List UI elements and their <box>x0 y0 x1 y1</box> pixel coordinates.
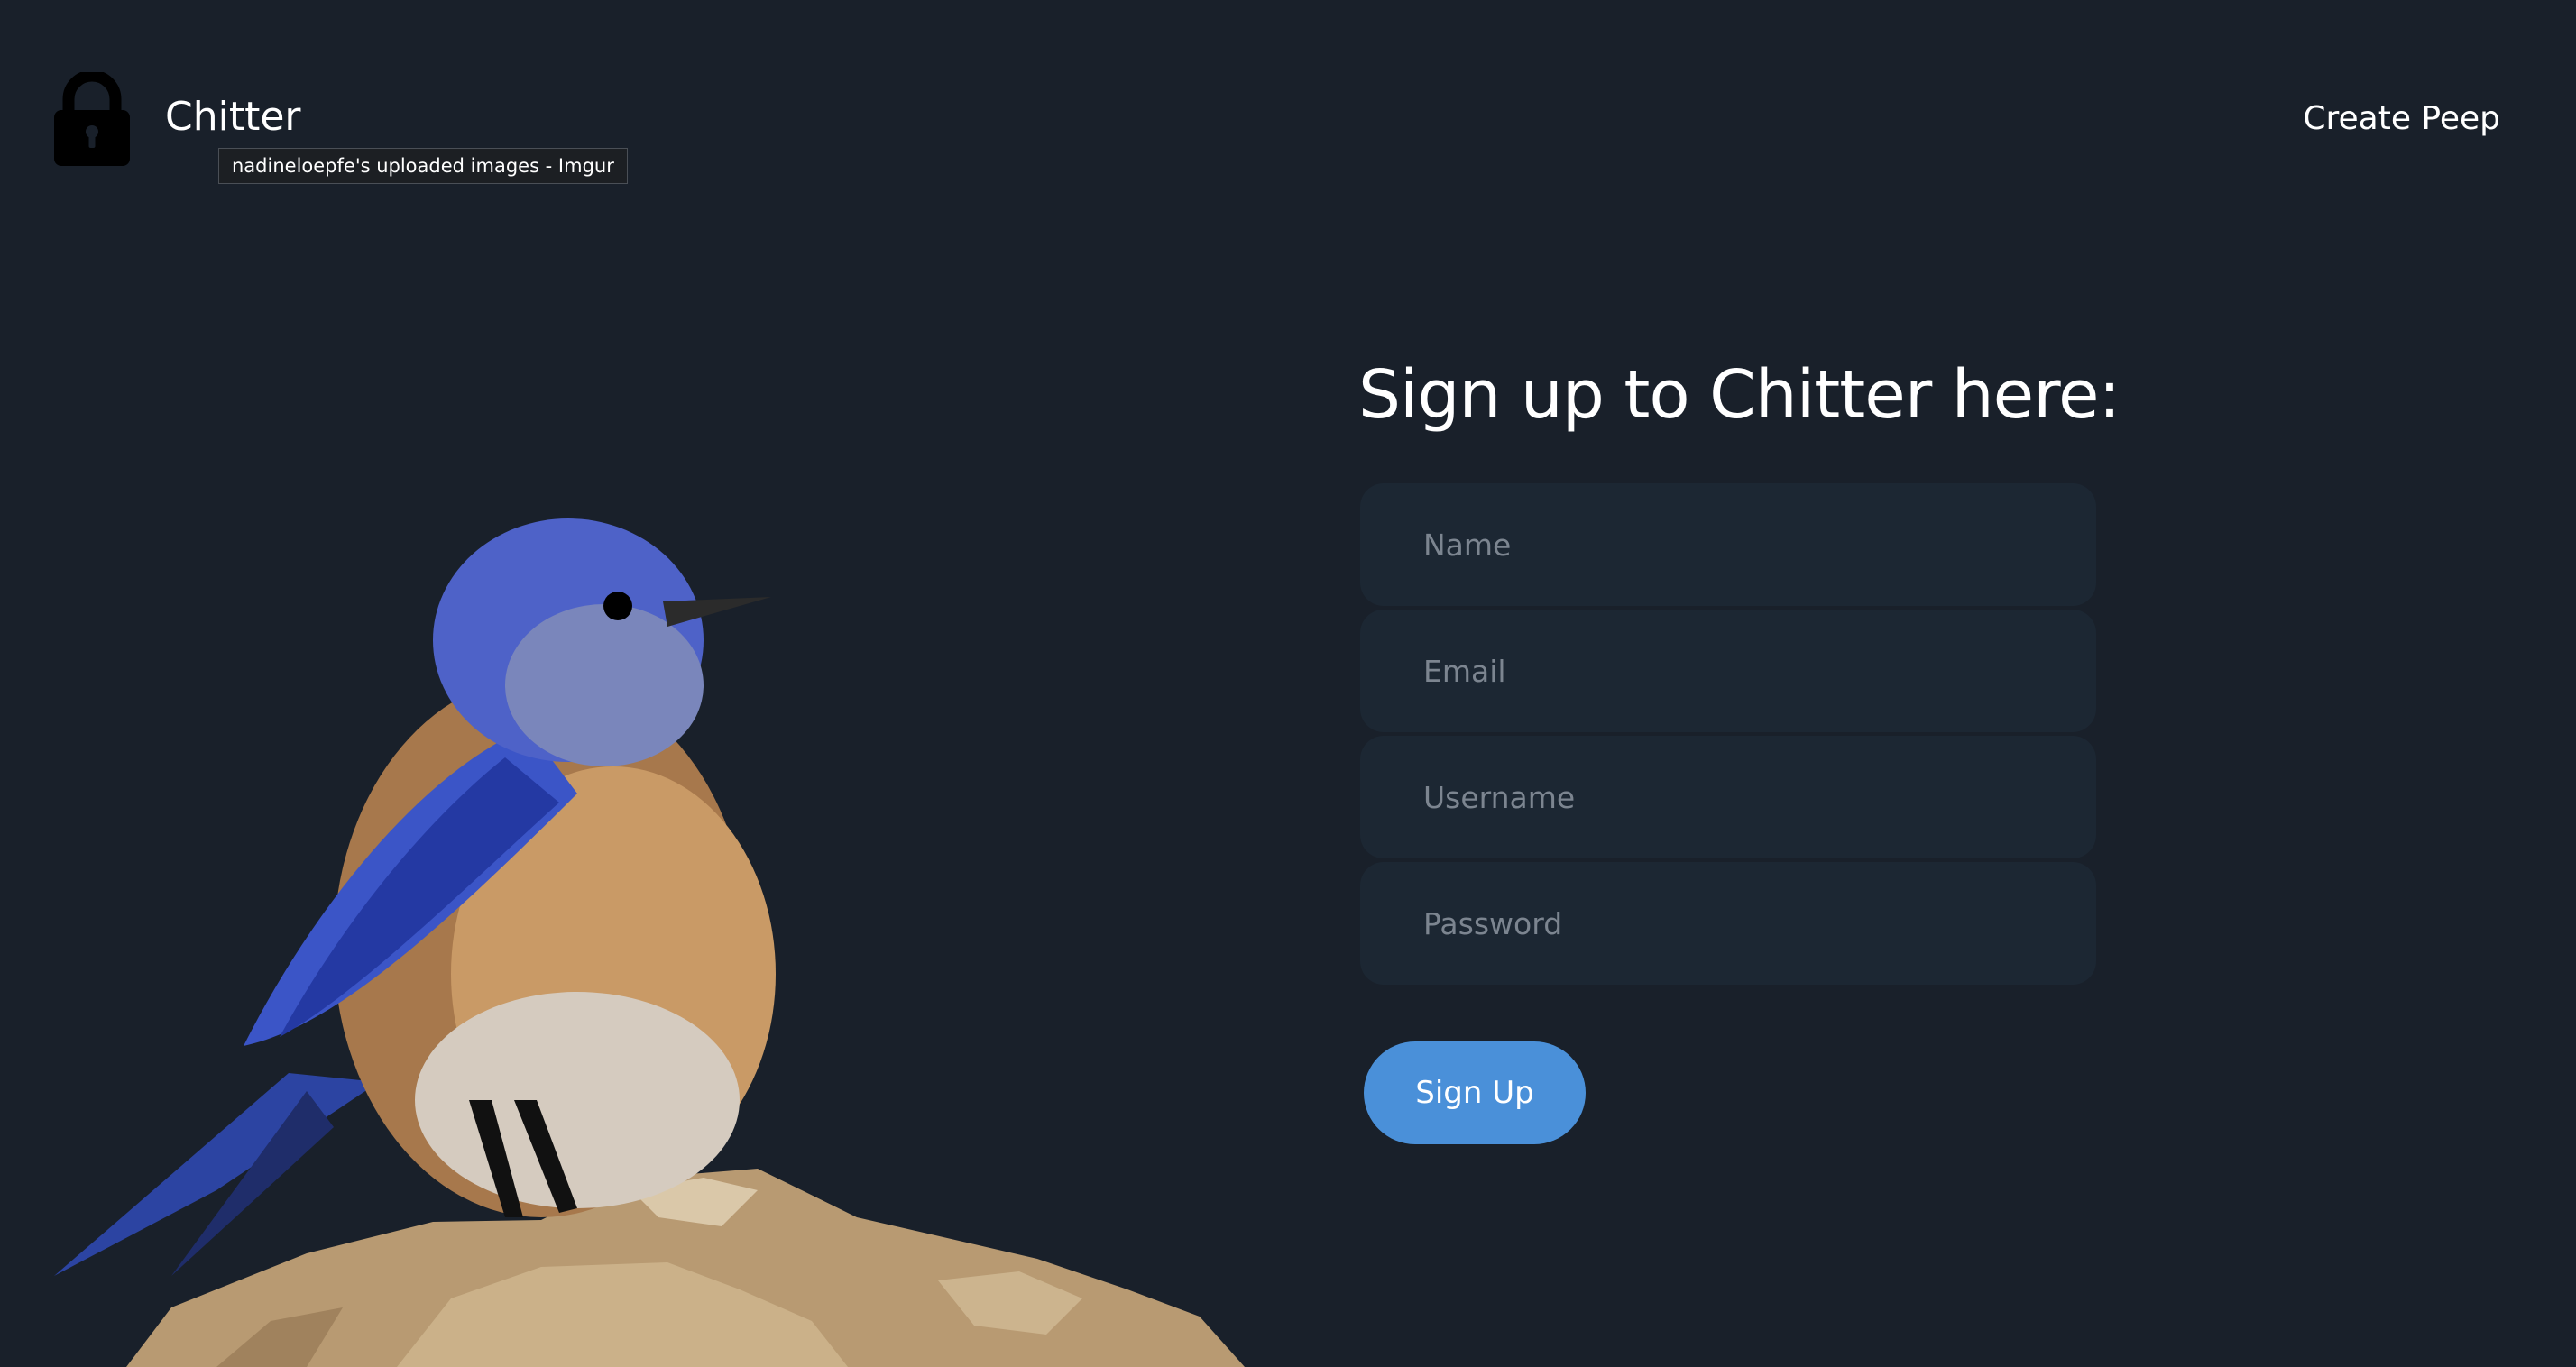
bluebird-image <box>54 518 1245 1367</box>
lock-icon[interactable] <box>54 72 130 166</box>
username-field[interactable] <box>1360 736 2096 858</box>
create-peep-link[interactable]: Create Peep <box>2303 94 2500 144</box>
name-field[interactable] <box>1360 483 2096 606</box>
page: Chitter nadineloepfe's uploaded images -… <box>0 0 2576 1367</box>
brand-link[interactable]: Chitter <box>165 90 301 144</box>
page-title: Sign up to Chitter here: <box>1358 356 2121 434</box>
email-field[interactable] <box>1360 610 2096 732</box>
tooltip: nadineloepfe's uploaded images - Imgur <box>218 148 628 184</box>
password-field[interactable] <box>1360 862 2096 985</box>
sign-up-button[interactable]: Sign Up <box>1364 1041 1586 1144</box>
